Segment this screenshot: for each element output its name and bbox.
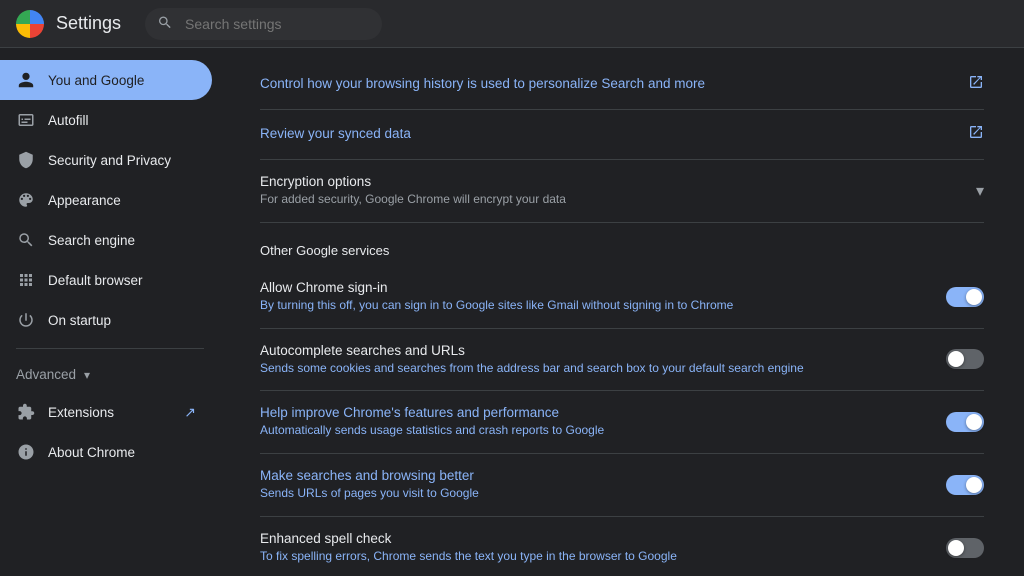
setting-info-autocomplete-searches: Autocomplete searches and URLs Sends som… xyxy=(260,343,946,377)
sidebar-label-about-chrome: About Chrome xyxy=(48,445,135,460)
setting-row-make-searches-better[interactable]: Make searches and browsing better Sends … xyxy=(260,454,984,517)
content-area: Control how your browsing history is use… xyxy=(220,60,1024,576)
sidebar-item-default-browser[interactable]: Default browser xyxy=(0,260,212,300)
chrome-logo-icon xyxy=(16,10,44,38)
setting-title-make-searches-better: Make searches and browsing better xyxy=(260,468,930,483)
setting-info-make-searches-better: Make searches and browsing better Sends … xyxy=(260,468,946,502)
setting-desc-allow-chrome-signin: By turning this off, you can sign in to … xyxy=(260,297,930,314)
setting-title-browsing-history: Control how your browsing history is use… xyxy=(260,76,952,91)
setting-title-encryption: Encryption options xyxy=(260,174,960,189)
setting-row-spell-check[interactable]: Enhanced spell check To fix spelling err… xyxy=(260,517,984,576)
sidebar-item-about-chrome[interactable]: About Chrome xyxy=(0,432,212,472)
sidebar-item-autofill[interactable]: Autofill xyxy=(0,100,212,140)
main-content: Control how your browsing history is use… xyxy=(220,0,1024,576)
palette-icon xyxy=(16,190,36,210)
sidebar-item-on-startup[interactable]: On startup xyxy=(0,300,212,340)
setting-desc-spell-check: To fix spelling errors, Chrome sends the… xyxy=(260,548,930,565)
setting-info-encryption: Encryption options For added security, G… xyxy=(260,174,976,208)
setting-title-help-improve: Help improve Chrome's features and perfo… xyxy=(260,405,930,420)
sidebar-item-extensions[interactable]: Extensions ↗ xyxy=(0,392,212,432)
chevron-down-icon: ▾ xyxy=(84,368,90,382)
setting-title-synced-data: Review your synced data xyxy=(260,126,952,141)
setting-desc-encryption: For added security, Google Chrome will e… xyxy=(260,191,960,208)
chevron-icon-encryption: ▾ xyxy=(976,181,984,201)
puzzle-icon xyxy=(16,402,36,422)
settings-title: Settings xyxy=(56,13,121,34)
id-card-icon xyxy=(16,110,36,130)
sidebar-label-appearance: Appearance xyxy=(48,193,121,208)
sidebar-label-extensions: Extensions xyxy=(48,405,114,420)
power-icon xyxy=(16,310,36,330)
setting-row-help-improve[interactable]: Help improve Chrome's features and perfo… xyxy=(260,391,984,454)
setting-info-spell-check: Enhanced spell check To fix spelling err… xyxy=(260,531,946,565)
toggle-spell-check[interactable] xyxy=(946,538,984,558)
shield-icon xyxy=(16,150,36,170)
setting-row-browsing-history[interactable]: Control how your browsing history is use… xyxy=(260,60,984,110)
sidebar-advanced-section[interactable]: Advanced ▾ xyxy=(0,357,220,392)
setting-info-allow-chrome-signin: Allow Chrome sign-in By turning this off… xyxy=(260,280,946,314)
setting-row-encryption[interactable]: Encryption options For added security, G… xyxy=(260,160,984,223)
setting-info-synced-data: Review your synced data xyxy=(260,126,968,143)
setting-desc-autocomplete-searches: Sends some cookies and searches from the… xyxy=(260,360,930,377)
other-services-header: Other Google services xyxy=(260,223,984,266)
sidebar-item-search-engine[interactable]: Search engine xyxy=(0,220,212,260)
header: Settings xyxy=(0,0,1024,48)
sidebar-item-appearance[interactable]: Appearance xyxy=(0,180,212,220)
search-input[interactable] xyxy=(145,8,382,40)
search-nav-icon xyxy=(16,230,36,250)
sidebar-label-default-browser: Default browser xyxy=(48,273,143,288)
search-icon xyxy=(157,14,173,33)
info-icon xyxy=(16,442,36,462)
external-link-icon-synced xyxy=(968,124,984,145)
advanced-label: Advanced xyxy=(16,367,76,382)
extensions-external-icon: ↗ xyxy=(184,404,196,421)
sidebar-item-security-privacy[interactable]: Security and Privacy xyxy=(0,140,212,180)
toggle-help-improve[interactable] xyxy=(946,412,984,432)
sidebar-label-you-and-google: You and Google xyxy=(48,73,144,88)
setting-info-browsing-history: Control how your browsing history is use… xyxy=(260,76,968,93)
setting-title-autocomplete-searches: Autocomplete searches and URLs xyxy=(260,343,930,358)
sidebar-label-search-engine: Search engine xyxy=(48,233,135,248)
setting-desc-make-searches-better: Sends URLs of pages you visit to Google xyxy=(260,485,930,502)
person-icon xyxy=(16,70,36,90)
toggle-allow-chrome-signin[interactable] xyxy=(946,287,984,307)
setting-row-autocomplete-searches[interactable]: Autocomplete searches and URLs Sends som… xyxy=(260,329,984,392)
setting-title-spell-check: Enhanced spell check xyxy=(260,531,930,546)
nav-divider xyxy=(16,348,204,349)
setting-info-help-improve: Help improve Chrome's features and perfo… xyxy=(260,405,946,439)
setting-row-synced-data[interactable]: Review your synced data xyxy=(260,110,984,160)
sidebar-label-on-startup: On startup xyxy=(48,313,111,328)
setting-desc-help-improve: Automatically sends usage statistics and… xyxy=(260,422,930,439)
setting-row-allow-chrome-signin[interactable]: Allow Chrome sign-in By turning this off… xyxy=(260,266,984,329)
sidebar-label-autofill: Autofill xyxy=(48,113,89,128)
browser-icon xyxy=(16,270,36,290)
sidebar: You and Google Autofill Security and Pri… xyxy=(0,0,220,576)
search-wrapper xyxy=(145,8,665,40)
sidebar-label-security-privacy: Security and Privacy xyxy=(48,153,171,168)
sidebar-item-you-and-google[interactable]: You and Google xyxy=(0,60,212,100)
external-link-icon-history xyxy=(968,74,984,95)
setting-title-allow-chrome-signin: Allow Chrome sign-in xyxy=(260,280,930,295)
toggle-make-searches-better[interactable] xyxy=(946,475,984,495)
toggle-autocomplete-searches[interactable] xyxy=(946,349,984,369)
